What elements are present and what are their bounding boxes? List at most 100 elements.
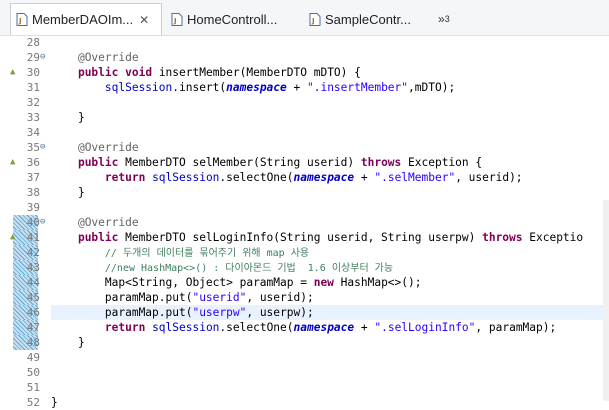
- svg-text:J: J: [18, 17, 22, 25]
- code-token: "userid": [192, 291, 247, 304]
- code-token: public: [77, 66, 119, 79]
- tab-homecontroller[interactable]: J HomeControll...: [166, 3, 306, 35]
- code-token: return: [104, 321, 146, 334]
- code-line-43[interactable]: //new HashMap<>() : 다이아몬드 기법 1.6 이상부터 가능: [51, 260, 393, 276]
- code-line-41[interactable]: public MemberDTO selLoginInfo(String use…: [51, 230, 583, 245]
- code-token: +: [354, 321, 375, 334]
- code-line-33[interactable]: }: [51, 110, 85, 125]
- code-token: Map<String, Object> paramMap =: [104, 276, 314, 289]
- line-number: 40: [26, 216, 40, 229]
- code-token: sqlSession: [152, 321, 220, 334]
- code-token: @Override: [77, 216, 139, 229]
- override-marker-icon: ▲: [10, 232, 16, 242]
- code-token: ,mDTO);: [408, 81, 456, 94]
- svg-text:J: J: [173, 17, 177, 25]
- code-token: public: [77, 231, 119, 244]
- line-number: 44: [26, 276, 40, 289]
- line-number: 35: [26, 141, 40, 154]
- code-line-30[interactable]: public void insertMember(MemberDTO mDTO)…: [51, 65, 361, 80]
- code-token: namespace: [293, 321, 355, 334]
- line-number: 29: [26, 51, 40, 64]
- code-line-52[interactable]: }: [51, 395, 58, 410]
- line-number: 52: [26, 396, 40, 409]
- line-number: 37: [26, 171, 40, 184]
- line-number: 38: [26, 186, 40, 199]
- code-token: "userpw": [192, 306, 247, 319]
- fold-collapse-icon[interactable]: ⊖: [40, 215, 45, 230]
- vertical-scrollbar[interactable]: [603, 200, 609, 401]
- code-token: }: [77, 336, 85, 349]
- code-token: return: [104, 171, 146, 184]
- code-line-45[interactable]: paramMap.put("userid", userid);: [51, 290, 314, 305]
- tab-memberdaoimpl[interactable]: J MemberDAOIm... ✕: [10, 3, 162, 35]
- code-line-40[interactable]: @Override: [51, 215, 139, 230]
- java-file-icon: J: [309, 12, 321, 26]
- code-token: }: [77, 186, 85, 199]
- code-token: namespace: [226, 81, 287, 94]
- code-token: +: [354, 171, 375, 184]
- code-token: ".insertMember": [306, 81, 409, 94]
- tab-overflow-button[interactable]: » 3: [438, 3, 462, 35]
- java-file-icon: J: [171, 12, 183, 26]
- line-number: 34: [26, 126, 40, 139]
- code-token: ".selLoginInfo": [374, 321, 476, 334]
- fold-collapse-icon[interactable]: ⊖: [40, 50, 45, 65]
- code-comment: //new HashMap<>() : 다이아몬드 기법 1.6 이상부터 가능: [104, 263, 394, 274]
- code-line-29[interactable]: @Override: [51, 50, 139, 65]
- code-token: insertMember(MemberDTO mDTO) {: [152, 66, 361, 79]
- code-comment: // 두개의 데이터를 묶어주기 위해 map 사용: [104, 248, 310, 259]
- code-token: MemberDTO selMember(String userid): [118, 156, 361, 169]
- code-line-47[interactable]: return sqlSession.selectOne(namespace + …: [51, 320, 556, 335]
- tab-label: SampleContr...: [325, 11, 411, 27]
- code-line-37[interactable]: return sqlSession.selectOne(namespace + …: [51, 170, 523, 185]
- code-token: +: [286, 81, 307, 94]
- line-number: 48: [26, 336, 40, 349]
- code-token: , userid);: [455, 171, 523, 184]
- code-token: .insert(: [172, 81, 227, 94]
- code-line-44[interactable]: Map<String, Object> paramMap = new HashM…: [51, 275, 422, 290]
- tab-samplecontroller[interactable]: J SampleContr...: [304, 3, 434, 35]
- code-token: namespace: [293, 171, 355, 184]
- code-token: ".selMember": [374, 171, 456, 184]
- line-number: 28: [26, 36, 40, 49]
- code-line-46[interactable]: paramMap.put("userpw", userpw);: [51, 305, 314, 320]
- code-token: , paramMap);: [475, 321, 557, 334]
- svg-text:J: J: [311, 17, 315, 25]
- code-token: throws: [482, 231, 523, 244]
- line-number: 45: [26, 291, 40, 304]
- code-line-48[interactable]: }: [51, 335, 85, 350]
- code-line-36[interactable]: public MemberDTO selMember(String userid…: [51, 155, 482, 170]
- code-token: .selectOne(: [219, 171, 294, 184]
- line-number: 31: [26, 81, 40, 94]
- code-token: HashMap<>();: [333, 276, 422, 289]
- code-token: .selectOne(: [219, 321, 294, 334]
- line-number: 41: [26, 231, 40, 244]
- override-marker-icon: ▲: [10, 157, 16, 167]
- code-token: void: [125, 66, 153, 79]
- line-number: 36: [26, 156, 40, 169]
- override-marker-icon: ▲: [10, 67, 16, 77]
- code-token: }: [51, 396, 58, 409]
- chevron-double-right-icon: »: [438, 12, 445, 26]
- fold-collapse-icon[interactable]: ⊖: [40, 140, 45, 155]
- code-line-42[interactable]: // 두개의 데이터를 묶어주기 위해 map 사용: [51, 245, 309, 261]
- code-line-31[interactable]: sqlSession.insert(namespace + ".insertMe…: [51, 80, 455, 95]
- code-line-35[interactable]: @Override: [51, 140, 139, 155]
- close-icon[interactable]: ✕: [139, 13, 149, 27]
- code-token: sqlSession: [152, 171, 220, 184]
- line-number: 46: [26, 306, 40, 319]
- code-token: , userid);: [246, 291, 314, 304]
- editor-tab-bar: J MemberDAOIm... ✕ J HomeControll... J S…: [0, 0, 609, 36]
- code-token: public: [77, 156, 119, 169]
- code-token: Exceptio: [522, 231, 584, 244]
- line-number: 51: [26, 381, 40, 394]
- code-token: @Override: [77, 51, 139, 64]
- code-token: throws: [360, 156, 402, 169]
- code-token: paramMap.put(: [104, 306, 193, 319]
- line-number: 33: [26, 111, 40, 124]
- code-token: @Override: [77, 141, 139, 154]
- code-token: MemberDTO selLoginInfo(String userid, St…: [118, 231, 483, 244]
- line-number: 39: [26, 201, 40, 214]
- line-number: 43: [26, 261, 40, 274]
- code-line-38[interactable]: }: [51, 185, 85, 200]
